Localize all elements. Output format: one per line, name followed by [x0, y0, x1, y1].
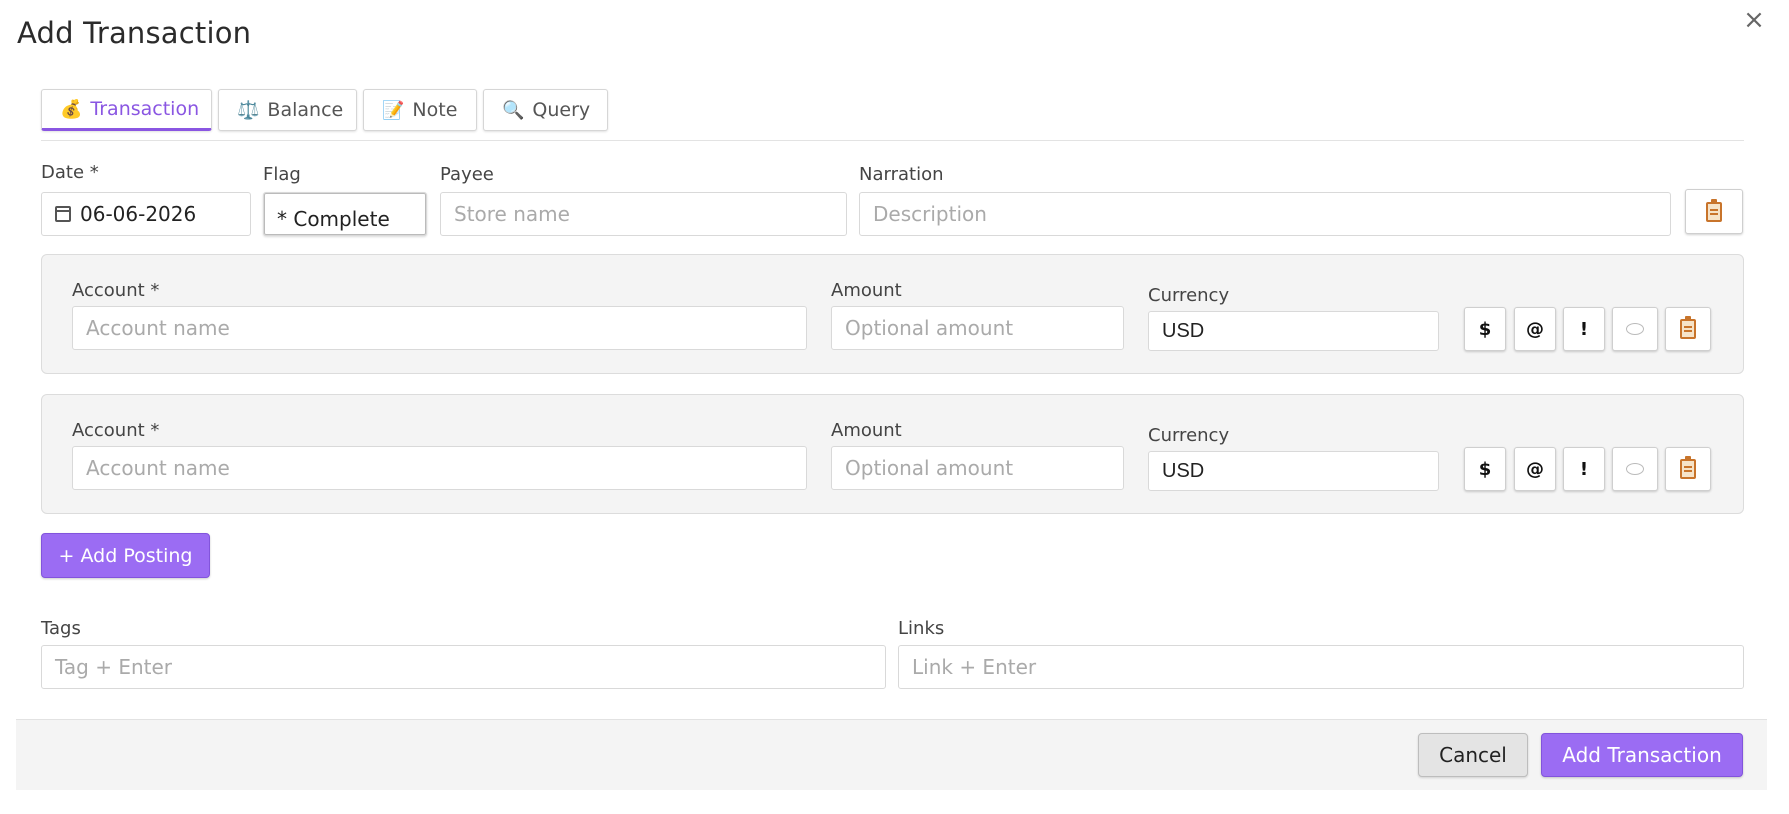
date-field[interactable]: 06-06-2026: [41, 192, 251, 236]
clipboard-icon: [1680, 316, 1696, 339]
flag-label: Flag: [263, 164, 301, 185]
speech-bubble-icon: [1626, 463, 1644, 475]
tags-placeholder: Tag + Enter: [55, 655, 173, 679]
links-label: Links: [898, 618, 945, 639]
amount-input[interactable]: Optional amount: [831, 306, 1124, 350]
amount-label: Amount: [831, 280, 902, 301]
close-icon[interactable]: ×: [1742, 6, 1766, 34]
payee-label: Payee: [440, 164, 494, 185]
account-label: Account *: [72, 420, 160, 441]
account-input[interactable]: Account name: [72, 306, 807, 350]
flag-button[interactable]: !: [1563, 447, 1605, 491]
add-transaction-button[interactable]: Add Transaction: [1541, 733, 1743, 777]
calendar-icon: [55, 206, 71, 222]
account-label: Account *: [72, 280, 160, 301]
currency-value: USD: [1162, 319, 1205, 342]
tab-transaction[interactable]: 💰 Transaction: [41, 89, 212, 131]
date-value: 06-06-2026: [80, 202, 197, 226]
add-transaction-dialog: Add Transaction × 💰 Transaction ⚖️ Balan…: [0, 0, 1789, 814]
amount-placeholder: Optional amount: [845, 456, 1014, 480]
links-input[interactable]: Link + Enter: [898, 645, 1744, 689]
tab-label: Note: [412, 99, 458, 121]
amount-placeholder: Optional amount: [845, 316, 1014, 340]
tab-balance[interactable]: ⚖️ Balance: [218, 89, 357, 131]
add-posting-button[interactable]: + Add Posting: [41, 533, 210, 578]
exclamation-label: !: [1579, 318, 1589, 340]
account-input[interactable]: Account name: [72, 446, 807, 490]
flag-button[interactable]: !: [1563, 307, 1605, 351]
currency-label: Currency: [1148, 285, 1230, 306]
dollar-label: $: [1478, 318, 1492, 340]
tab-label: Query: [532, 99, 591, 121]
tags-input[interactable]: Tag + Enter: [41, 645, 886, 689]
links-placeholder: Link + Enter: [912, 655, 1037, 679]
memo-icon: 📝: [382, 99, 405, 121]
currency-input[interactable]: USD: [1148, 311, 1439, 351]
dollar-label: $: [1478, 458, 1492, 480]
tab-note[interactable]: 📝 Note: [363, 89, 477, 131]
at-label: @: [1526, 318, 1544, 340]
payee-placeholder: Store name: [454, 202, 570, 226]
narration-input[interactable]: Description: [859, 192, 1671, 236]
account-placeholder: Account name: [86, 316, 230, 340]
comment-button[interactable]: [1612, 447, 1658, 491]
currency-label: Currency: [1148, 425, 1230, 446]
tab-query[interactable]: 🔍 Query: [483, 89, 608, 131]
amount-input[interactable]: Optional amount: [831, 446, 1124, 490]
payee-input[interactable]: Store name: [440, 192, 847, 236]
dialog-title: Add Transaction: [17, 16, 252, 50]
price-button[interactable]: $: [1464, 447, 1506, 491]
at-label: @: [1526, 458, 1544, 480]
comment-button[interactable]: [1612, 307, 1658, 351]
exclamation-label: !: [1579, 458, 1589, 480]
amount-label: Amount: [831, 420, 902, 441]
date-label: Date *: [41, 162, 99, 183]
tab-divider: [41, 140, 1744, 141]
tab-label: Balance: [267, 99, 344, 121]
cost-button[interactable]: @: [1514, 447, 1556, 491]
cancel-button[interactable]: Cancel: [1418, 733, 1528, 777]
flag-value: * Complete: [277, 207, 390, 231]
cost-button[interactable]: @: [1514, 307, 1556, 351]
paste-posting-button[interactable]: [1665, 307, 1711, 351]
speech-bubble-icon: [1626, 323, 1644, 335]
currency-value: USD: [1162, 459, 1205, 482]
account-placeholder: Account name: [86, 456, 230, 480]
tags-label: Tags: [41, 618, 81, 639]
money-bag-icon: 💰: [60, 98, 83, 120]
narration-placeholder: Description: [873, 202, 987, 226]
flag-select[interactable]: * Complete: [263, 192, 427, 236]
clipboard-icon: [1706, 198, 1722, 222]
price-button[interactable]: $: [1464, 307, 1506, 351]
narration-label: Narration: [859, 164, 944, 185]
clipboard-icon: [1680, 456, 1696, 479]
currency-input[interactable]: USD: [1148, 451, 1439, 491]
scales-icon: ⚖️: [237, 99, 260, 121]
tab-label: Transaction: [90, 98, 200, 120]
magnifier-icon: 🔍: [502, 99, 525, 121]
paste-transaction-button[interactable]: [1685, 189, 1743, 234]
paste-posting-button[interactable]: [1665, 447, 1711, 491]
